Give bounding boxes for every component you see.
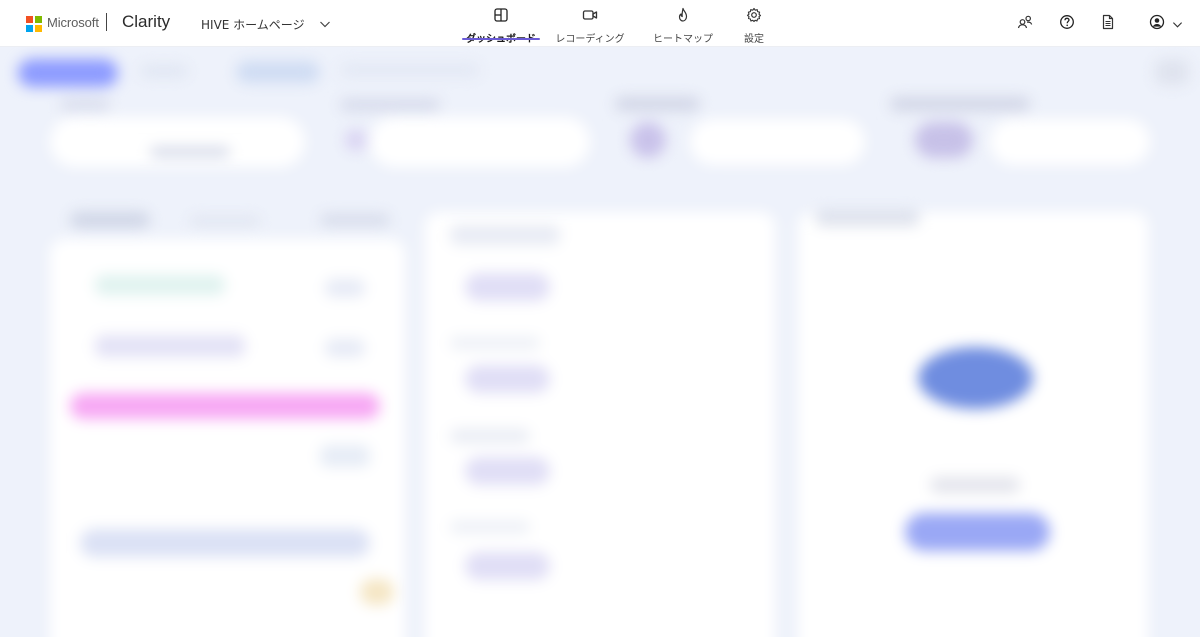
project-selector[interactable]: HIVE ホームページ	[201, 14, 331, 34]
insight-chip	[465, 365, 550, 393]
segment-chip	[340, 63, 480, 77]
project-name: HIVE ホームページ	[201, 17, 305, 32]
video-camera-icon	[582, 7, 598, 27]
insight-title	[450, 429, 530, 443]
kpi-label	[890, 97, 1030, 111]
kpi-icon	[630, 122, 666, 158]
kpi-value	[150, 147, 230, 157]
tab-label: ダッシュボード	[466, 34, 536, 45]
blurred-overlay	[0, 47, 1200, 637]
list-item	[95, 275, 225, 295]
card-tab	[190, 217, 260, 225]
tab-dashboard[interactable]: ダッシュボード	[460, 0, 542, 47]
flame-icon	[675, 7, 691, 27]
tab-label: レコーディング	[555, 34, 625, 45]
document-button[interactable]	[1099, 14, 1117, 34]
top-bar: Microsoft Clarity HIVE ホームページ ダッシュボード レコ…	[0, 0, 1200, 47]
kpi-card	[50, 117, 305, 167]
company-name: Microsoft	[47, 15, 99, 30]
progress-bar	[80, 529, 370, 557]
blurred-dashboard-content	[0, 47, 1200, 637]
tab-heatmaps[interactable]: ヒートマップ	[638, 0, 728, 47]
kpi-label	[340, 99, 440, 111]
insight-chip	[465, 273, 550, 301]
placeholder-text	[140, 65, 188, 77]
kpi-card	[370, 117, 590, 167]
badge	[360, 579, 394, 605]
insight-chip	[465, 457, 550, 485]
list-value	[325, 339, 365, 357]
kpi-label	[60, 99, 110, 111]
account-menu[interactable]	[1149, 14, 1183, 34]
cta-button	[905, 513, 1050, 551]
card-title	[815, 210, 920, 226]
date-chip	[236, 61, 320, 83]
empty-state-card	[798, 212, 1148, 637]
card-tab	[70, 212, 150, 228]
tab-label: ヒートマップ	[653, 34, 713, 45]
people-icon	[1017, 14, 1033, 34]
tab-recordings[interactable]: レコーディング	[542, 0, 638, 47]
card-tab	[320, 214, 390, 226]
microsoft-logo-icon	[26, 16, 42, 32]
filter-button	[18, 59, 118, 87]
team-button[interactable]	[1016, 15, 1034, 33]
help-button[interactable]	[1058, 15, 1076, 33]
highlight-bar	[70, 393, 380, 419]
list-value	[325, 279, 365, 297]
kpi-label	[615, 97, 700, 111]
insight-chip	[465, 552, 550, 580]
summary-card	[50, 239, 405, 637]
chevron-down-icon	[319, 15, 331, 34]
main-nav: ダッシュボード レコーディング ヒートマップ 設定	[460, 0, 780, 47]
kpi-card	[690, 119, 865, 165]
product-name[interactable]: Clarity	[122, 12, 170, 32]
illustration	[918, 347, 1033, 409]
empty-state-text	[930, 477, 1020, 493]
tab-settings[interactable]: 設定	[728, 0, 780, 47]
kpi-card	[990, 119, 1150, 165]
dashboard-icon	[493, 7, 509, 27]
gear-icon	[746, 7, 762, 27]
export-button	[1155, 59, 1189, 85]
chevron-down-icon	[1172, 15, 1183, 34]
tab-label: 設定	[744, 34, 764, 45]
document-icon	[1100, 14, 1116, 34]
brand-divider	[106, 13, 107, 31]
kpi-icon	[915, 122, 973, 158]
kpi-icon	[345, 129, 367, 151]
list-item	[95, 335, 245, 357]
account-icon	[1149, 14, 1165, 34]
list-value	[320, 445, 370, 467]
help-icon	[1059, 14, 1075, 34]
insight-title	[450, 225, 560, 245]
insight-title	[450, 337, 540, 349]
insight-title	[450, 521, 530, 533]
